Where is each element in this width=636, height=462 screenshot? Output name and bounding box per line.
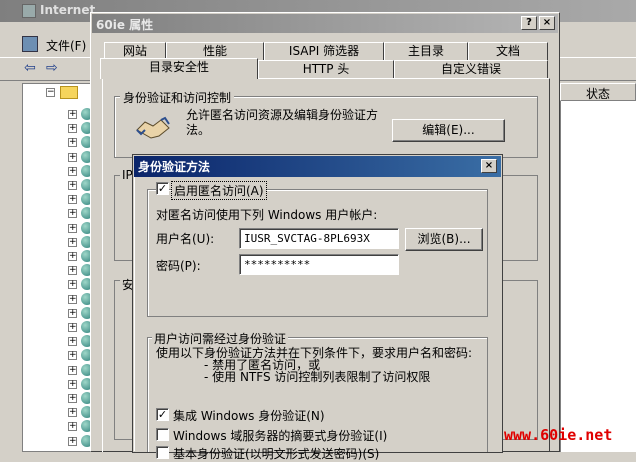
details-pane (560, 83, 636, 452)
condition-ntfs-acl: - 使用 NTFS 访问控制列表限制了访问权限 (204, 370, 431, 384)
tree-expand-icon[interactable]: + (68, 436, 77, 446)
iis-manager-icon (22, 4, 36, 18)
status-column-label: 状态 (586, 87, 611, 101)
digest-auth-label[interactable]: Windows 域服务器的摘要式身份验证(I) (173, 427, 387, 444)
tree-collapse-icon[interactable]: − (46, 88, 55, 97)
auth-access-group-label: 身份验证和访问控制 (120, 89, 235, 106)
username-field[interactable]: IUSR_SVCTAG-8PL693X (239, 228, 399, 249)
handshake-icon (136, 116, 170, 139)
edit-auth-button[interactable]: 编辑(E)... (392, 119, 505, 142)
tree-expand-icon[interactable]: + (68, 394, 77, 403)
console-icon (22, 36, 38, 52)
tree-expand-icon[interactable]: + (68, 237, 77, 247)
background-window-title: Internet (40, 3, 96, 17)
tree-expand-icon[interactable]: + (68, 422, 77, 432)
back-arrow-icon[interactable]: ⇦ (24, 60, 36, 76)
tree-expand-icon[interactable]: + (68, 152, 77, 162)
tab-directory-security[interactable]: 目录安全性 (100, 58, 258, 79)
tree-expand-icon[interactable]: + (68, 124, 77, 134)
tab-documents[interactable]: 文档 (468, 42, 548, 60)
tree-expand-icon[interactable]: + (68, 280, 77, 290)
anonymous-access-checkbox[interactable]: ✓ (156, 182, 169, 195)
anonymous-account-description: 对匿名访问使用下列 Windows 用户帐户: (156, 208, 378, 222)
tree-expand-icon[interactable]: + (68, 337, 77, 347)
authenticated-access-group-label: 用户访问需经过身份验证 (152, 330, 289, 347)
tree-expand-icon[interactable]: + (68, 408, 77, 418)
auth-dialog-close-button[interactable]: × (481, 159, 497, 173)
password-field[interactable]: ********** (239, 254, 399, 275)
tree-expand-icon[interactable]: + (68, 138, 77, 148)
forward-arrow-icon[interactable]: ⇨ (46, 60, 58, 76)
anonymous-access-label[interactable]: 启用匿名访问(A) (171, 181, 267, 200)
tree-expand-icon[interactable]: + (68, 110, 77, 119)
browse-button[interactable]: 浏览(B)... (405, 228, 483, 251)
tree-expand-icon[interactable]: + (68, 209, 77, 219)
digest-auth-checkbox[interactable] (156, 428, 169, 441)
help-button[interactable]: ? (521, 16, 537, 30)
integrated-windows-auth-label[interactable]: 集成 Windows 身份验证(N) (173, 407, 325, 424)
tree-expand-icon[interactable]: + (68, 166, 77, 176)
watermark-text: www.60ie.net (504, 426, 613, 444)
tree-expand-icon[interactable]: + (68, 294, 77, 304)
username-label: 用户名(U): (156, 232, 215, 246)
tree-expand-icon[interactable]: + (68, 195, 77, 205)
auth-dialog-title: 身份验证方法 (138, 160, 211, 174)
tree-expand-icon[interactable]: + (68, 266, 77, 276)
tab-isapi-filters[interactable]: ISAPI 筛选器 (264, 42, 384, 60)
tree-expand-icon[interactable]: + (68, 379, 77, 389)
tab-custom-errors[interactable]: 自定义错误 (394, 60, 548, 78)
basic-auth-label[interactable]: 基本身份验证(以明文形式发送密码)(S) (173, 445, 379, 462)
menu-file[interactable]: 文件(F) (46, 37, 86, 54)
integrated-windows-auth-checkbox[interactable]: ✓ (156, 408, 169, 421)
tree-expand-icon[interactable]: + (68, 365, 77, 375)
close-button[interactable]: × (539, 16, 555, 30)
tree-expand-icon[interactable]: + (68, 252, 77, 261)
tab-home-directory[interactable]: 主目录 (384, 42, 468, 60)
tree-expand-icon[interactable]: + (68, 323, 77, 332)
tree-expand-icon[interactable]: + (68, 223, 77, 233)
tree-expand-icon[interactable]: + (68, 308, 77, 318)
tree-expand-icon[interactable]: + (68, 351, 77, 361)
tree-expand-icon[interactable]: + (68, 181, 77, 190)
auth-description: 允许匿名访问资源及编辑身份验证方法。 (186, 108, 379, 137)
tab-http-headers[interactable]: HTTP 头 (258, 60, 394, 78)
password-label: 密码(P): (156, 259, 201, 273)
properties-title-bar (92, 14, 558, 33)
properties-title: 60ie 属性 (96, 18, 154, 32)
basic-auth-checkbox[interactable] (156, 446, 169, 459)
folder-icon[interactable] (60, 86, 78, 99)
